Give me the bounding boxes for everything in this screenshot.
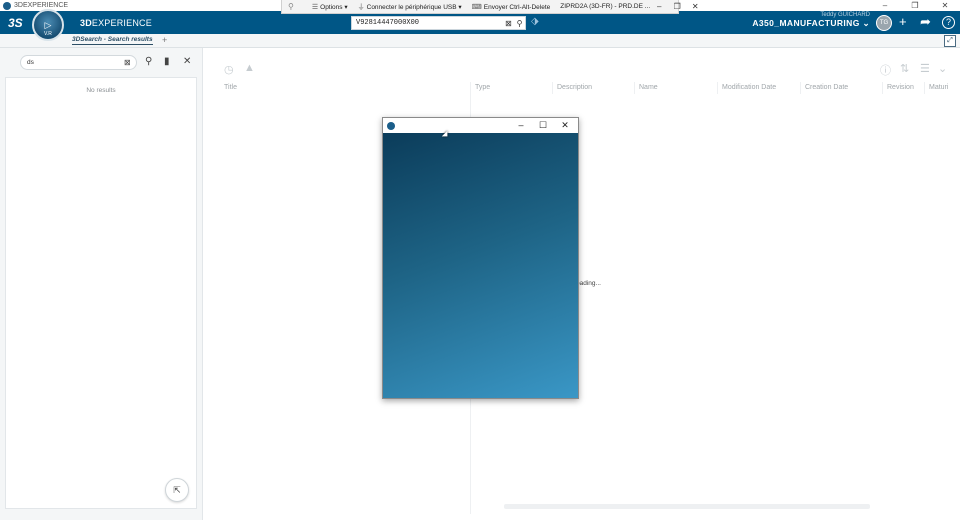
column-title[interactable]: Title — [220, 82, 237, 94]
close-icon[interactable]: ✕ — [930, 0, 960, 11]
column-description[interactable]: Description — [552, 82, 592, 94]
minimize-icon[interactable]: – — [870, 0, 900, 11]
results-list: No results — [5, 77, 197, 509]
sort-icon[interactable]: ⇅ — [900, 62, 909, 75]
rdp-close-icon[interactable]: ✕ — [686, 2, 704, 11]
cursor-select-icon: ⇱ — [173, 485, 181, 495]
history-icon[interactable]: ◷ — [224, 63, 234, 76]
chevron-down-icon[interactable]: ⌄ — [938, 62, 947, 75]
pin-icon[interactable]: ⚲ — [288, 2, 294, 11]
tab-3dsearch-results[interactable]: 3DSearch - Search results — [72, 36, 153, 45]
user-block[interactable]: Teddy GUICHARD A350_MANUFACTURING ⌄ — [740, 12, 870, 29]
usb-menu[interactable]: ⏚ Connecter le périphérique USB ▾ — [358, 2, 462, 12]
column-revision[interactable]: Revision — [882, 82, 914, 94]
popup-splash-body — [383, 133, 578, 398]
filter-input[interactable] — [21, 59, 124, 66]
warning-icon[interactable]: ▲ — [244, 62, 255, 74]
help-icon[interactable]: ? — [942, 16, 955, 29]
right-panel: ◷ ▲ ⓘ ⇅ ☰ ⌄ Title Type Description Name … — [204, 48, 960, 520]
hamburger-icon: ☰ — [311, 3, 319, 11]
compass-version: V.R — [44, 31, 52, 37]
column-type[interactable]: Type — [470, 82, 490, 94]
search-icon[interactable]: ⚲ — [514, 19, 525, 28]
share-icon[interactable]: ➦ — [920, 15, 931, 29]
session-label: ZIPRD2A (3D-FR) - PRD.DE ... — [560, 3, 651, 10]
list-view-icon[interactable]: ☰ — [920, 62, 930, 75]
options-label: Options — [320, 3, 343, 11]
rdp-window-controls: – ❐ ✕ — [650, 2, 704, 11]
info-icon[interactable]: ⓘ — [880, 62, 891, 78]
select-mode-button[interactable]: ⇱ — [165, 478, 189, 502]
filter-box: ⊠ — [20, 55, 137, 70]
no-results-text: No results — [86, 87, 116, 94]
os-window-controls: – ❐ ✕ — [870, 0, 960, 11]
column-maturity[interactable]: Maturi — [924, 82, 948, 94]
top-bar: 3S ▷ V.R 3DEXPERIENCE ⊠ ⚲ ⬗ Teddy GUICHA… — [0, 9, 960, 41]
options-menu[interactable]: ☰ Options ▾ — [312, 3, 348, 11]
brand-title: 3DEXPERIENCE — [80, 18, 152, 28]
column-modification-date[interactable]: Modification Date — [717, 82, 776, 94]
popup-titlebar[interactable]: – ☐ ✕ — [383, 118, 578, 133]
loading-text: oading... — [576, 280, 601, 287]
popup-window-controls: – ☐ ✕ — [510, 118, 576, 133]
rdp-minimize-icon[interactable]: – — [650, 2, 668, 11]
ctrl-alt-del-button[interactable]: ⌨ Envoyer Ctrl-Alt-Delete — [472, 3, 551, 11]
rdp-restore-icon[interactable]: ❐ — [668, 2, 686, 11]
clear-filter-icon[interactable]: ⊠ — [124, 58, 136, 67]
add-tab-button[interactable]: + — [162, 35, 167, 45]
app-window: 3DEXPERIENCE – ❐ ✕ ⚲ ☰ Options ▾ ⏚ Connect… — [0, 0, 960, 520]
popup-maximize-icon[interactable]: ☐ — [532, 118, 554, 133]
popup-window: – ☐ ✕ — [382, 117, 579, 399]
os-window-title: 3DEXPERIENCE — [14, 2, 69, 9]
app-icon — [3, 1, 11, 10]
tab-bar: 3DSearch - Search results + ⤢ — [0, 34, 960, 48]
column-name[interactable]: Name — [634, 82, 658, 94]
left-panel: ⊠ ⚲ ▮ ✕ No results ⇱ — [0, 48, 203, 520]
bookmark-icon[interactable]: ▮ — [164, 56, 170, 67]
horizontal-scrollbar[interactable] — [504, 504, 870, 509]
remote-desktop-toolbar: ⚲ ☰ Options ▾ ⏚ Connecter le périphérique … — [281, 0, 699, 14]
search-input[interactable] — [352, 19, 503, 27]
tenant-selector[interactable]: A350_MANUFACTURING ⌄ — [740, 18, 870, 29]
avatar[interactable]: TG — [876, 15, 892, 31]
ds-logo: 3S — [8, 15, 23, 30]
column-headers: Title Type Description Name Modification… — [210, 82, 958, 94]
expand-icon[interactable]: ⤢ — [944, 35, 956, 47]
play-icon: ▷ — [44, 19, 52, 30]
close-icon[interactable]: ✕ — [183, 56, 191, 67]
usb-icon: ⏚ — [357, 3, 365, 11]
brand-suffix: EXPERIENCE — [91, 17, 152, 28]
tag-icon[interactable]: ⬗ — [531, 16, 539, 27]
compass-button[interactable]: ▷ V.R — [32, 9, 64, 41]
keyboard-icon: ⌨ — [471, 3, 482, 11]
column-creation-date[interactable]: Creation Date — [800, 82, 848, 94]
brand-prefix: 3D — [80, 17, 92, 28]
add-icon[interactable]: + — [899, 15, 907, 29]
search-box: ⊠ ⚲ — [351, 16, 526, 30]
search-icon[interactable]: ⚲ — [145, 56, 152, 67]
popup-close-icon[interactable]: ✕ — [554, 118, 576, 133]
usb-label: Connecter le périphérique USB — [366, 3, 457, 11]
ctrl-alt-del-label: Envoyer Ctrl-Alt-Delete — [483, 3, 551, 11]
popup-app-icon — [387, 121, 395, 130]
popup-minimize-icon[interactable]: – — [510, 118, 532, 133]
clear-search-icon[interactable]: ⊠ — [503, 19, 514, 28]
restore-icon[interactable]: ❐ — [900, 0, 930, 11]
